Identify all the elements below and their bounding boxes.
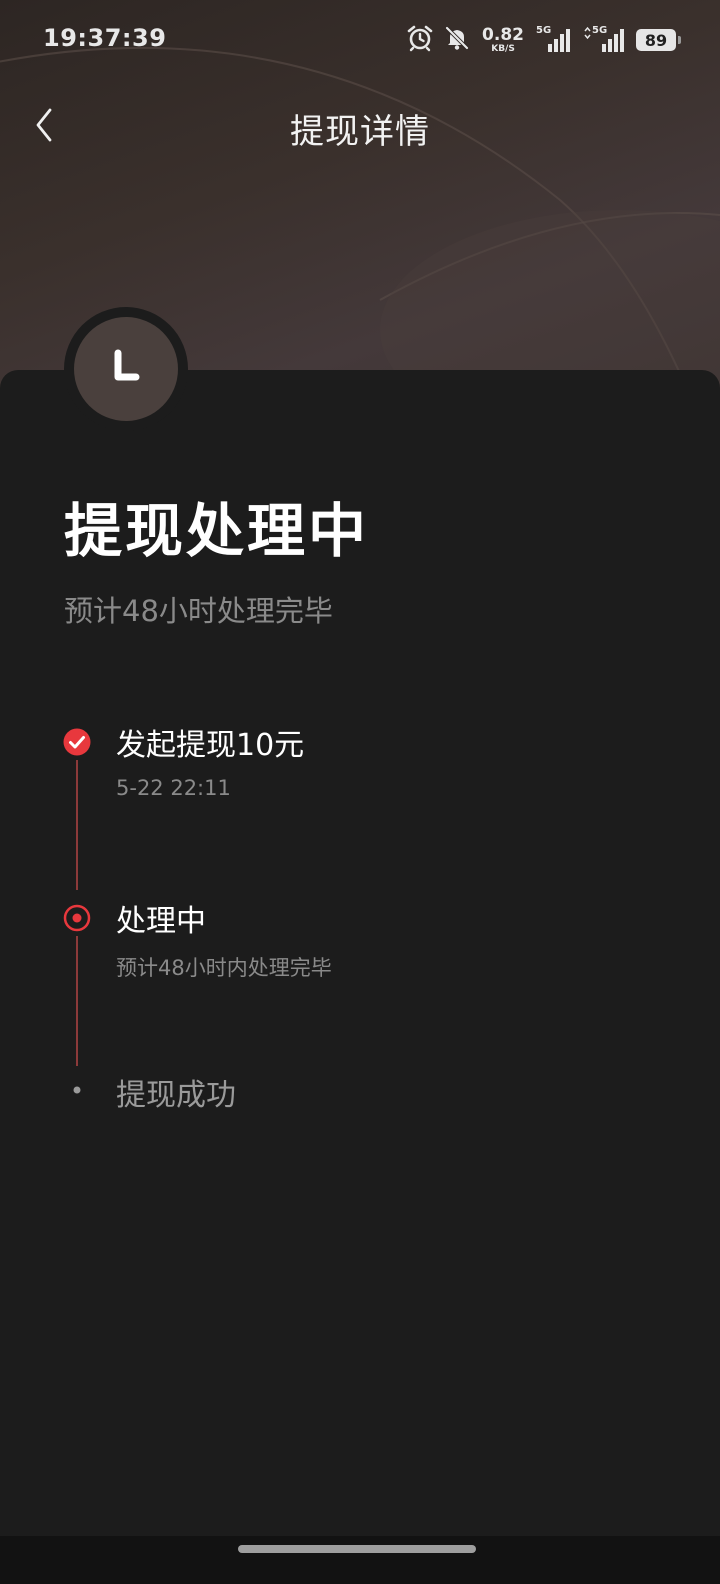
status-icons: 0.82 KB/S 5G 5G 89 — [406, 22, 681, 58]
check-circle-icon — [63, 728, 91, 756]
network-speed: 0.82 KB/S — [482, 24, 524, 54]
status-title: 提现处理中 — [64, 497, 370, 565]
network-speed-value: 0.82 — [482, 24, 524, 45]
status-icon-badge — [64, 307, 188, 431]
alarm-icon — [406, 24, 434, 56]
battery-indicator: 89 — [636, 29, 681, 51]
status-time: 19:37:39 — [43, 24, 167, 52]
radio-dot-icon — [63, 904, 91, 932]
status-subtitle: 预计48小时处理完毕 — [64, 594, 333, 628]
dot-icon — [71, 1084, 83, 1096]
timeline-step-desc: 预计48小时内处理完毕 — [116, 956, 332, 980]
timeline-step-title: 提现成功 — [116, 1078, 236, 1113]
signal-icon: 5G — [582, 26, 626, 54]
timeline-step-title: 处理中 — [116, 904, 206, 939]
timeline-connector — [76, 936, 78, 1066]
timeline-connector — [76, 760, 78, 890]
bell-off-icon — [444, 25, 470, 55]
navigation-bar — [0, 1536, 720, 1584]
page-title: 提现详情 — [290, 112, 430, 152]
signal-icon: 5G — [536, 26, 572, 54]
clock-icon — [74, 317, 178, 421]
timeline-step-title: 发起提现10元 — [116, 728, 305, 763]
network-speed-unit: KB/S — [491, 43, 515, 54]
page-header: 提现详情 — [0, 92, 720, 162]
home-indicator[interactable] — [238, 1545, 476, 1553]
timeline-step-desc: 5-22 22:11 — [116, 776, 231, 800]
signal-label: 5G — [592, 25, 608, 36]
withdraw-detail-screen: 19:37:39 0.82 KB/S 5G 5G 89 提现详情 提现处理中 预… — [0, 0, 720, 1584]
status-bar: 19:37:39 0.82 KB/S 5G 5G 89 — [0, 0, 720, 76]
